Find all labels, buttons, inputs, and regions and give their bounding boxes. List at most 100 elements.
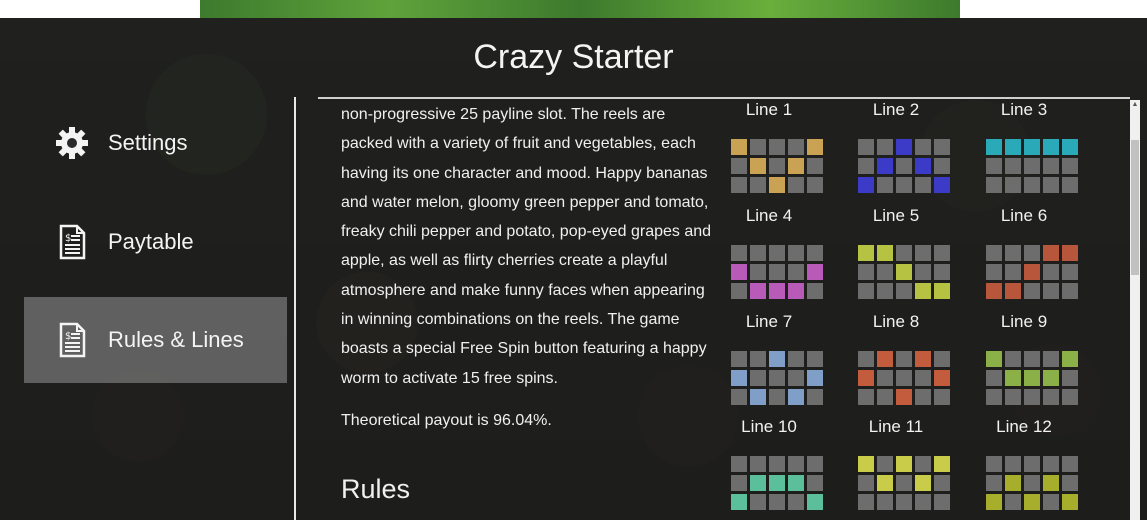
payline-label: Line 5	[872, 206, 920, 225]
game-logo-banner	[200, 0, 960, 18]
payline-cell	[731, 245, 747, 261]
payline-cell	[750, 389, 766, 405]
payline-cell	[1005, 245, 1021, 261]
payline-cell	[807, 283, 823, 299]
payline-cell	[858, 494, 874, 510]
payline-cell	[896, 264, 912, 280]
payline-cell	[1043, 456, 1059, 472]
payline-label: Line 2	[872, 100, 920, 119]
content-scrollbar[interactable]: ▲	[1130, 100, 1140, 520]
payline-cell	[986, 139, 1002, 155]
payline-label: Line 8	[872, 312, 920, 331]
payline-cell	[1043, 139, 1059, 155]
payline-label: Line 10	[741, 417, 797, 436]
payline-cell	[896, 456, 912, 472]
payline-cell	[877, 389, 893, 405]
payline-cell	[1005, 177, 1021, 193]
payline-cell	[1043, 245, 1059, 261]
payline-cell	[858, 370, 874, 386]
payline-cell	[788, 245, 804, 261]
payline-cell	[986, 158, 1002, 174]
payline-cell	[934, 494, 950, 510]
sidebar-item-paytable[interactable]: $ Paytable	[24, 199, 287, 285]
payline-cell	[858, 245, 874, 261]
payline-cell	[731, 139, 747, 155]
payline-label: Line 12	[996, 417, 1052, 436]
payline-cell	[915, 351, 931, 367]
sidebar-item-label: Paytable	[108, 229, 194, 254]
payline-cell	[858, 139, 874, 155]
scrollbar-thumb[interactable]	[1131, 140, 1139, 275]
payline-cell	[1062, 158, 1078, 174]
payline-cell	[915, 177, 931, 193]
payline-cell	[788, 370, 804, 386]
payline-cell	[1043, 475, 1059, 491]
payline-cell	[769, 245, 785, 261]
payline-label: Line 6	[1000, 206, 1048, 225]
payline-cell	[877, 456, 893, 472]
payline-cell	[986, 456, 1002, 472]
payline-cell	[896, 389, 912, 405]
payline-cell	[896, 370, 912, 386]
payline-cell	[877, 158, 893, 174]
rules-document-icon: $	[59, 322, 86, 358]
sidebar-item-settings[interactable]: Settings	[24, 100, 287, 186]
payline-cell	[986, 351, 1002, 367]
payline-5: Line 5	[858, 206, 952, 299]
payline-cell	[788, 456, 804, 472]
payline-cell	[934, 283, 950, 299]
payline-cell	[896, 245, 912, 261]
payline-cell	[1062, 283, 1078, 299]
payline-cell	[1043, 389, 1059, 405]
payline-cell	[896, 177, 912, 193]
payline-cell	[1024, 158, 1040, 174]
payline-cell	[1005, 475, 1021, 491]
payline-cell	[986, 494, 1002, 510]
payline-cell	[731, 456, 747, 472]
payline-cell	[1024, 389, 1040, 405]
sidebar-item-rules-lines[interactable]: $ Rules & Lines	[24, 297, 287, 383]
payline-cell	[877, 283, 893, 299]
payline-cell	[1024, 351, 1040, 367]
payline-cell	[915, 139, 931, 155]
payline-cell	[788, 283, 804, 299]
payline-cell	[877, 264, 893, 280]
payline-cell	[769, 370, 785, 386]
payline-cell	[986, 283, 1002, 299]
payline-cell	[858, 177, 874, 193]
rules-description: non-progressive 25 payline slot. The ree…	[341, 100, 716, 393]
payline-cell	[750, 494, 766, 510]
payline-cell	[1024, 177, 1040, 193]
payline-cell	[915, 158, 931, 174]
payline-cell	[1043, 283, 1059, 299]
payline-cell	[934, 177, 950, 193]
payline-cell	[750, 245, 766, 261]
payline-cell	[934, 139, 950, 155]
payline-cell	[858, 283, 874, 299]
payline-cell	[986, 370, 1002, 386]
payline-cell	[915, 494, 931, 510]
payline-cell	[896, 283, 912, 299]
payline-cell	[731, 158, 747, 174]
payline-cell	[1005, 370, 1021, 386]
payline-cell	[807, 370, 823, 386]
payline-cell	[1024, 370, 1040, 386]
theoretical-payout: Theoretical payout is 96.04%.	[341, 412, 552, 429]
payline-cell	[986, 475, 1002, 491]
payline-cell	[877, 351, 893, 367]
payline-cell	[896, 475, 912, 491]
paytable-document-icon: $	[59, 224, 86, 260]
payline-cell	[807, 456, 823, 472]
payline-cell	[1043, 494, 1059, 510]
payline-cell	[807, 177, 823, 193]
payline-label: Line 4	[745, 206, 793, 225]
scroll-up-icon[interactable]: ▲	[1131, 100, 1139, 110]
payline-cell	[769, 494, 785, 510]
payline-2: Line 2	[858, 100, 952, 193]
payline-11: Line 11	[858, 417, 952, 510]
payline-cell	[731, 475, 747, 491]
payline-cell	[877, 139, 893, 155]
payline-cell	[934, 351, 950, 367]
payline-cell	[769, 475, 785, 491]
payline-cell	[731, 283, 747, 299]
